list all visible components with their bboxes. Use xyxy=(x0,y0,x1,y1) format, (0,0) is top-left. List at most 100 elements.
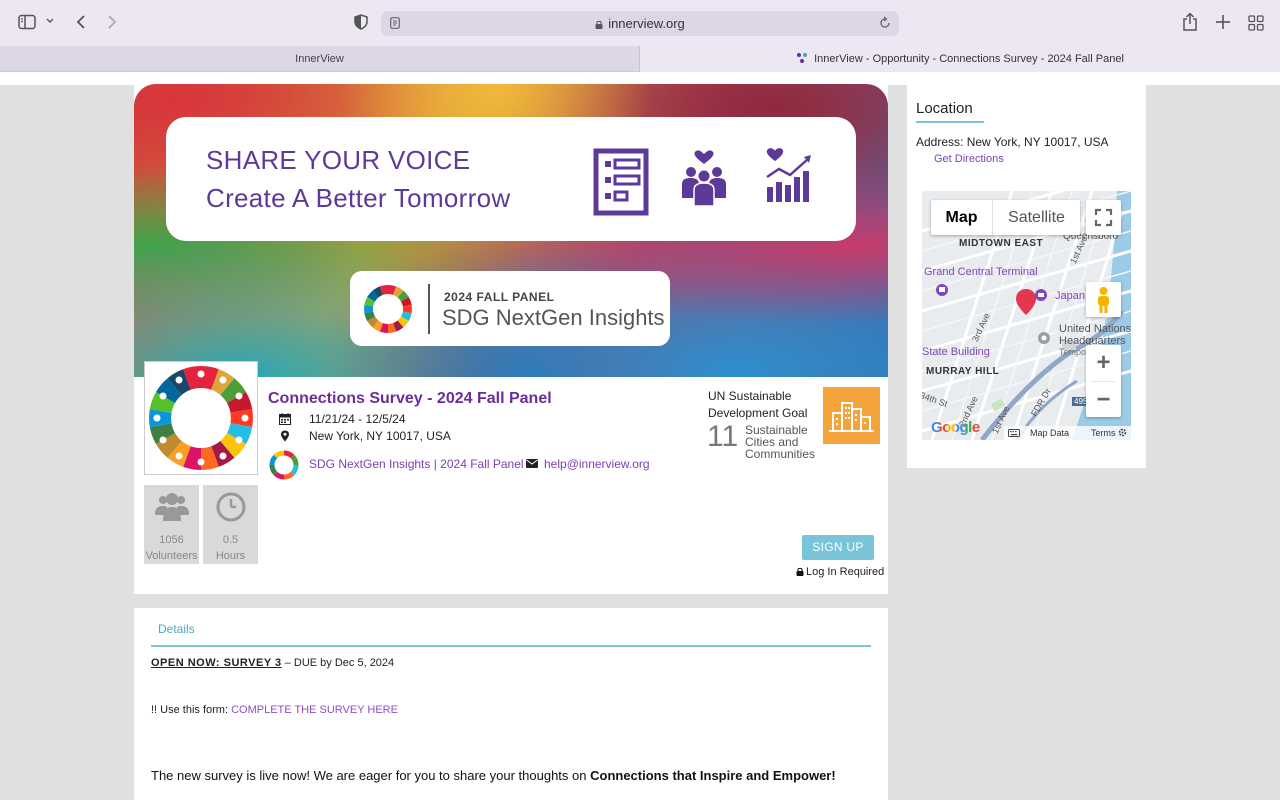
innerview-favicon-icon xyxy=(797,53,808,63)
url-text: innerview.org xyxy=(381,16,899,31)
complete-survey-link[interactable]: COMPLETE THE SURVEY HERE xyxy=(231,704,398,716)
calendar-icon xyxy=(279,413,291,425)
map-data-link[interactable]: Map Data xyxy=(1030,428,1069,438)
new-tab-icon[interactable] xyxy=(1215,14,1231,30)
poi-camera-icon xyxy=(1038,332,1050,344)
keyboard-icon[interactable] xyxy=(1008,429,1020,437)
location-underline xyxy=(916,121,984,123)
survey-live-text: The new survey is live now! We are eager… xyxy=(151,768,836,783)
banner-subheadline: Create A Better Tomorrow xyxy=(206,183,511,213)
tab-details[interactable]: Details xyxy=(158,622,195,636)
reload-icon[interactable] xyxy=(879,16,891,30)
map-type-toggle: Map Satellite xyxy=(931,200,1080,235)
growth-chart-icon xyxy=(766,148,811,202)
sign-up-button[interactable]: SIGN UP xyxy=(802,535,874,560)
lock-icon xyxy=(595,20,603,29)
panel-logo-box: 2024 FALL PANEL SDG NextGen Insights xyxy=(350,271,670,346)
tab-innerview[interactable]: InnerView xyxy=(0,46,640,72)
opportunity-title: Connections Survey - 2024 Fall Panel xyxy=(268,390,552,407)
hours-stat: 0.5 Hours xyxy=(203,485,258,564)
map-label-murray-hill: MURRAY HILL xyxy=(926,366,1000,377)
city-buildings-icon xyxy=(829,402,874,432)
banner-message-box: SHARE YOUR VOICE Create A Better Tomorro… xyxy=(166,117,856,241)
sdg-name: Sustainable Cities and Communities xyxy=(745,423,816,461)
details-card: Details OPEN NOW: SURVEY 3 – DUE by Dec … xyxy=(134,608,888,800)
back-icon[interactable] xyxy=(75,14,87,30)
terms-link[interactable]: Terms xyxy=(1091,428,1116,438)
tab-opportunity[interactable]: InnerView - Opportunity - Connections Su… xyxy=(640,46,1280,72)
street-view-pegman-button[interactable] xyxy=(1086,282,1121,317)
map-type-satellite-button[interactable]: Satellite xyxy=(993,200,1080,235)
google-logo: Google xyxy=(931,419,980,436)
community-heart-icon xyxy=(682,150,726,207)
dates-text: 11/21/24 - 12/5/24 xyxy=(309,412,406,426)
map-label-temp: Tempo xyxy=(1059,347,1087,357)
banner-headline: SHARE YOUR VOICE xyxy=(206,145,471,175)
location-text: New York, NY 10017, USA xyxy=(309,429,451,443)
get-directions-link[interactable]: Get Directions xyxy=(934,153,1004,165)
share-icon[interactable] xyxy=(1182,12,1198,32)
panel-name: SDG NextGen Insights xyxy=(442,305,665,330)
open-now-heading: OPEN NOW: SURVEY 3 xyxy=(151,657,282,669)
form-prefix: !! Use this form: xyxy=(151,704,232,716)
survey-form-icon xyxy=(593,148,649,216)
forward-icon[interactable] xyxy=(106,14,118,30)
browser-toolbar: innerview.org xyxy=(0,0,1280,46)
users-icon xyxy=(155,493,189,521)
gear-icon[interactable] xyxy=(1118,428,1127,437)
chevron-down-icon[interactable] xyxy=(45,17,55,25)
google-map[interactable]: MIDTOWN EAST Queensboro Grand Central Te… xyxy=(922,191,1131,440)
poi-station-icon xyxy=(936,284,948,296)
hours-label: Hours xyxy=(215,550,246,562)
fullscreen-button[interactable] xyxy=(1086,200,1121,235)
map-label-grand-central: Grand Central Terminal xyxy=(924,266,1038,278)
zoom-controls: + − xyxy=(1086,345,1121,417)
sdg-11-badge[interactable] xyxy=(823,387,880,444)
map-label-un-hq-1: United Nations xyxy=(1059,323,1131,335)
pegman-icon xyxy=(1098,287,1109,313)
details-tab-underline xyxy=(151,645,871,647)
organization-logo[interactable] xyxy=(144,361,258,475)
organization-small-logo-icon xyxy=(269,450,299,480)
map-pin-icon xyxy=(281,430,289,442)
map-label-empire-state: State Building xyxy=(922,346,990,358)
open-now-line: OPEN NOW: SURVEY 3 – DUE by Dec 5, 2024 xyxy=(151,657,394,669)
zoom-out-button[interactable]: − xyxy=(1086,382,1121,417)
map-marker-icon[interactable] xyxy=(1015,288,1037,316)
volunteers-stat: 1056 Volunteers xyxy=(144,485,199,564)
envelope-icon xyxy=(526,459,538,468)
fullscreen-icon xyxy=(1094,208,1113,227)
zoom-in-button[interactable]: + xyxy=(1086,345,1121,380)
map-footer: Map Data Terms xyxy=(1004,426,1131,440)
panel-year: 2024 FALL PANEL xyxy=(444,290,555,304)
address-bar[interactable]: innerview.org xyxy=(381,11,899,36)
tab-strip: InnerView InnerView - Opportunity - Conn… xyxy=(0,46,1280,72)
panel-divider xyxy=(428,284,430,334)
sidebar-toggle-icon[interactable] xyxy=(18,14,36,30)
map-label-japan: Japan xyxy=(1055,290,1085,302)
location-title: Location xyxy=(916,100,973,117)
form-line: !! Use this form: COMPLETE THE SURVEY HE… xyxy=(151,704,398,716)
hours-count: 0.5 xyxy=(222,534,239,546)
sdg-number: 11 xyxy=(707,420,739,453)
location-card: Location Address: New York, NY 10017, US… xyxy=(907,84,1146,468)
privacy-shield-icon[interactable] xyxy=(354,14,368,30)
organization-link[interactable]: SDG NextGen Insights | 2024 Fall Panel xyxy=(309,457,524,471)
map-label-midtown-east: MIDTOWN EAST xyxy=(959,238,1044,249)
tab-overview-icon[interactable] xyxy=(1248,15,1264,31)
sdg-wheel-icon xyxy=(364,284,412,334)
map-type-map-button[interactable]: Map xyxy=(931,200,993,235)
clock-icon xyxy=(216,492,246,522)
sdg-label: UN Sustainable Development Goal xyxy=(708,389,808,420)
due-date-text: – DUE by Dec 5, 2024 xyxy=(281,657,395,669)
opportunity-card: SHARE YOUR VOICE Create A Better Tomorro… xyxy=(134,84,888,594)
email-link[interactable]: help@innerview.org xyxy=(544,457,650,471)
login-required-note: Log In Required xyxy=(796,566,884,578)
organization-row: SDG NextGen Insights | 2024 Fall Panel xyxy=(268,449,524,481)
location-address: Address: New York, NY 10017, USA xyxy=(916,135,1109,149)
volunteers-count: 1056 xyxy=(159,534,184,546)
lock-icon xyxy=(796,567,804,576)
volunteers-label: Volunteers xyxy=(145,550,198,562)
banner: SHARE YOUR VOICE Create A Better Tomorro… xyxy=(134,84,888,377)
sdg-people-wheel-icon xyxy=(148,365,254,471)
